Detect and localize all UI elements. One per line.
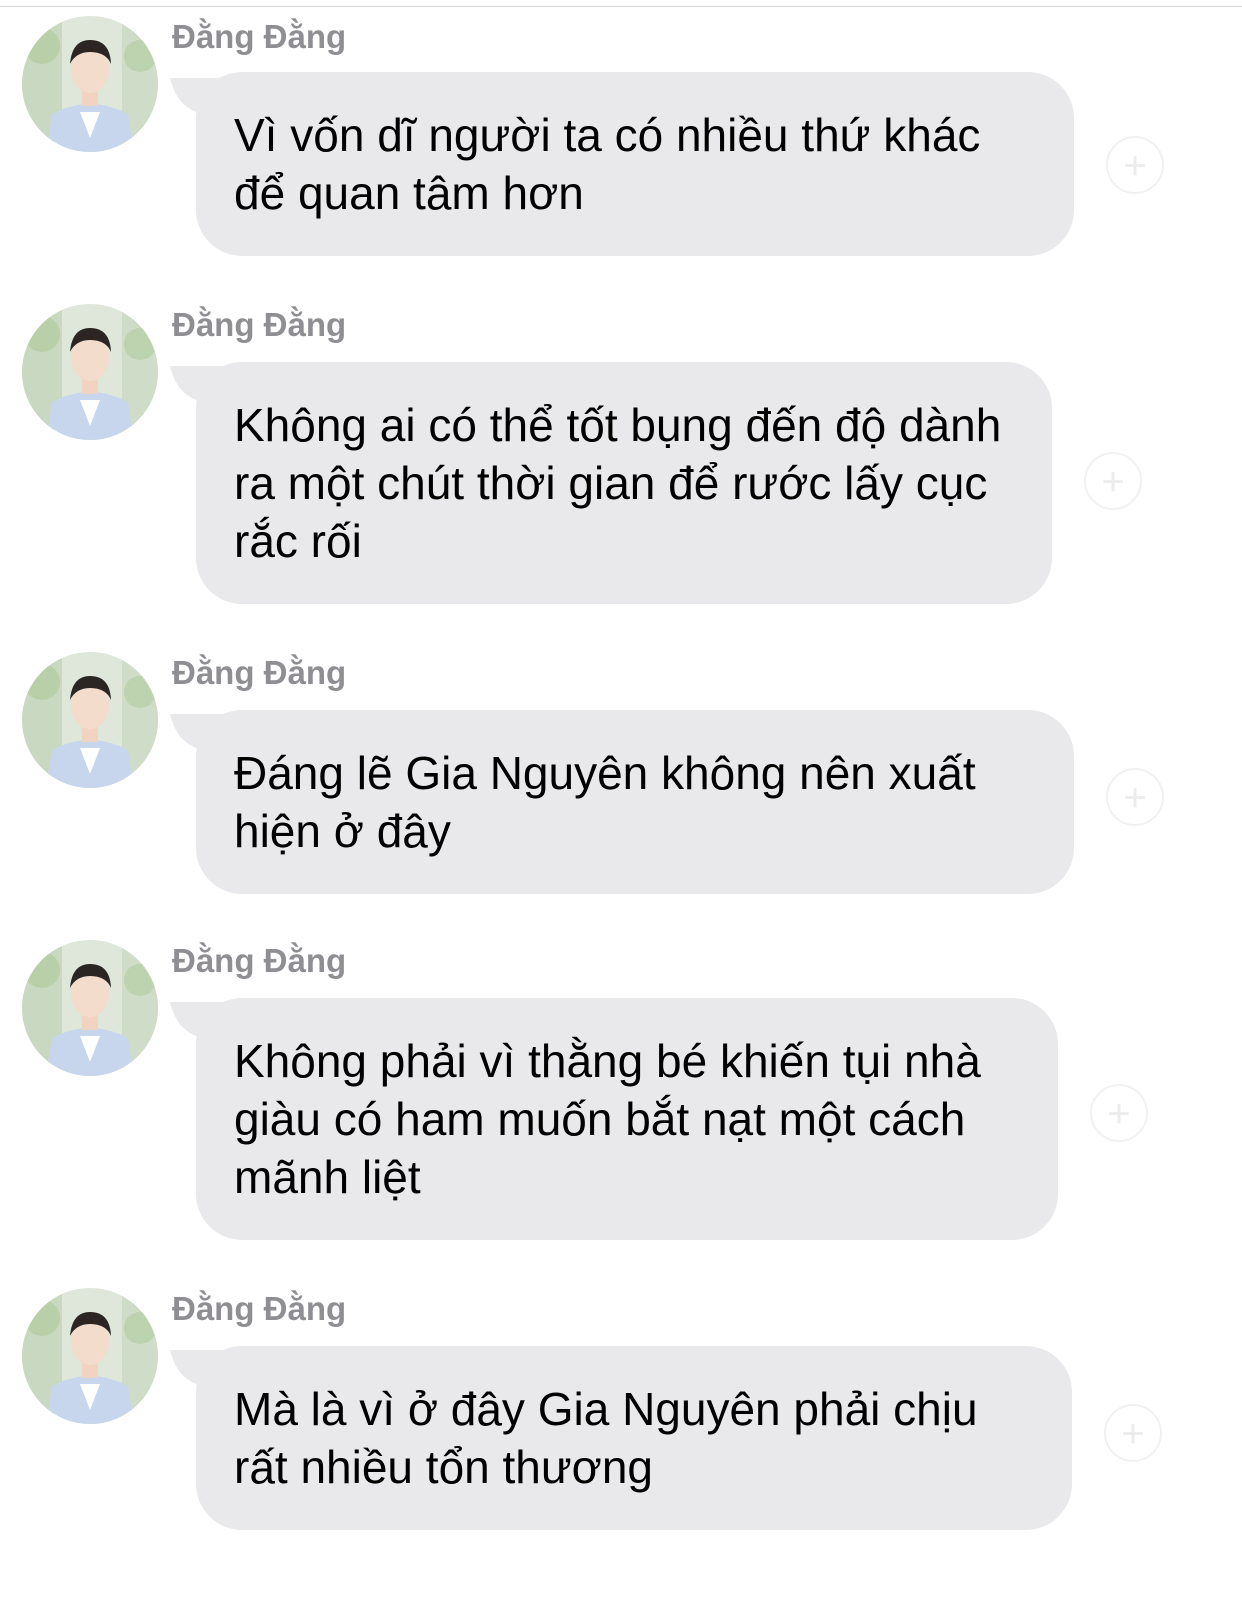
message-bubble[interactable]: Mà là vì ở đây Gia Nguyên phải chịu rất … <box>196 1346 1072 1530</box>
message-item: Đằng Đằng Không ai có thể tốt bụng đến đ… <box>0 288 1242 608</box>
plus-circle-icon[interactable]: + <box>1106 136 1164 194</box>
avatar[interactable] <box>22 1288 158 1424</box>
plus-circle-icon[interactable]: + <box>1084 452 1142 510</box>
profile-photo-icon <box>22 940 158 1076</box>
message-item: Đằng Đằng Không phải vì thằng bé khiến t… <box>0 924 1242 1254</box>
avatar[interactable] <box>22 304 158 440</box>
avatar[interactable] <box>22 652 158 788</box>
plus-circle-icon[interactable]: + <box>1106 768 1164 826</box>
message-item: Đằng Đằng Đáng lẽ Gia Nguyên không nên x… <box>0 636 1242 906</box>
message-item: Đằng Đằng Mà là vì ở đây Gia Nguyên phải… <box>0 1272 1242 1572</box>
profile-photo-icon <box>22 652 158 788</box>
profile-photo-icon <box>22 16 158 152</box>
sender-name: Đằng Đằng <box>172 18 347 55</box>
sender-name: Đằng Đằng <box>172 1290 347 1327</box>
avatar[interactable] <box>22 940 158 1076</box>
profile-photo-icon <box>22 304 158 440</box>
sender-name: Đằng Đằng <box>172 306 347 343</box>
sender-name: Đằng Đằng <box>172 942 347 979</box>
message-bubble[interactable]: Đáng lẽ Gia Nguyên không nên xuất hiện ở… <box>196 710 1074 894</box>
message-item: Đằng Đằng Vì vốn dĩ người ta có nhiều th… <box>0 0 1242 270</box>
profile-photo-icon <box>22 1288 158 1424</box>
message-bubble[interactable]: Không ai có thể tốt bụng đến độ dành ra … <box>196 362 1052 604</box>
plus-circle-icon[interactable]: + <box>1090 1084 1148 1142</box>
plus-circle-icon[interactable]: + <box>1104 1404 1162 1462</box>
sender-name: Đằng Đằng <box>172 654 347 691</box>
message-bubble[interactable]: Không phải vì thằng bé khiến tụi nhà già… <box>196 998 1058 1240</box>
message-bubble[interactable]: Vì vốn dĩ người ta có nhiều thứ khác để … <box>196 72 1074 256</box>
avatar[interactable] <box>22 16 158 152</box>
